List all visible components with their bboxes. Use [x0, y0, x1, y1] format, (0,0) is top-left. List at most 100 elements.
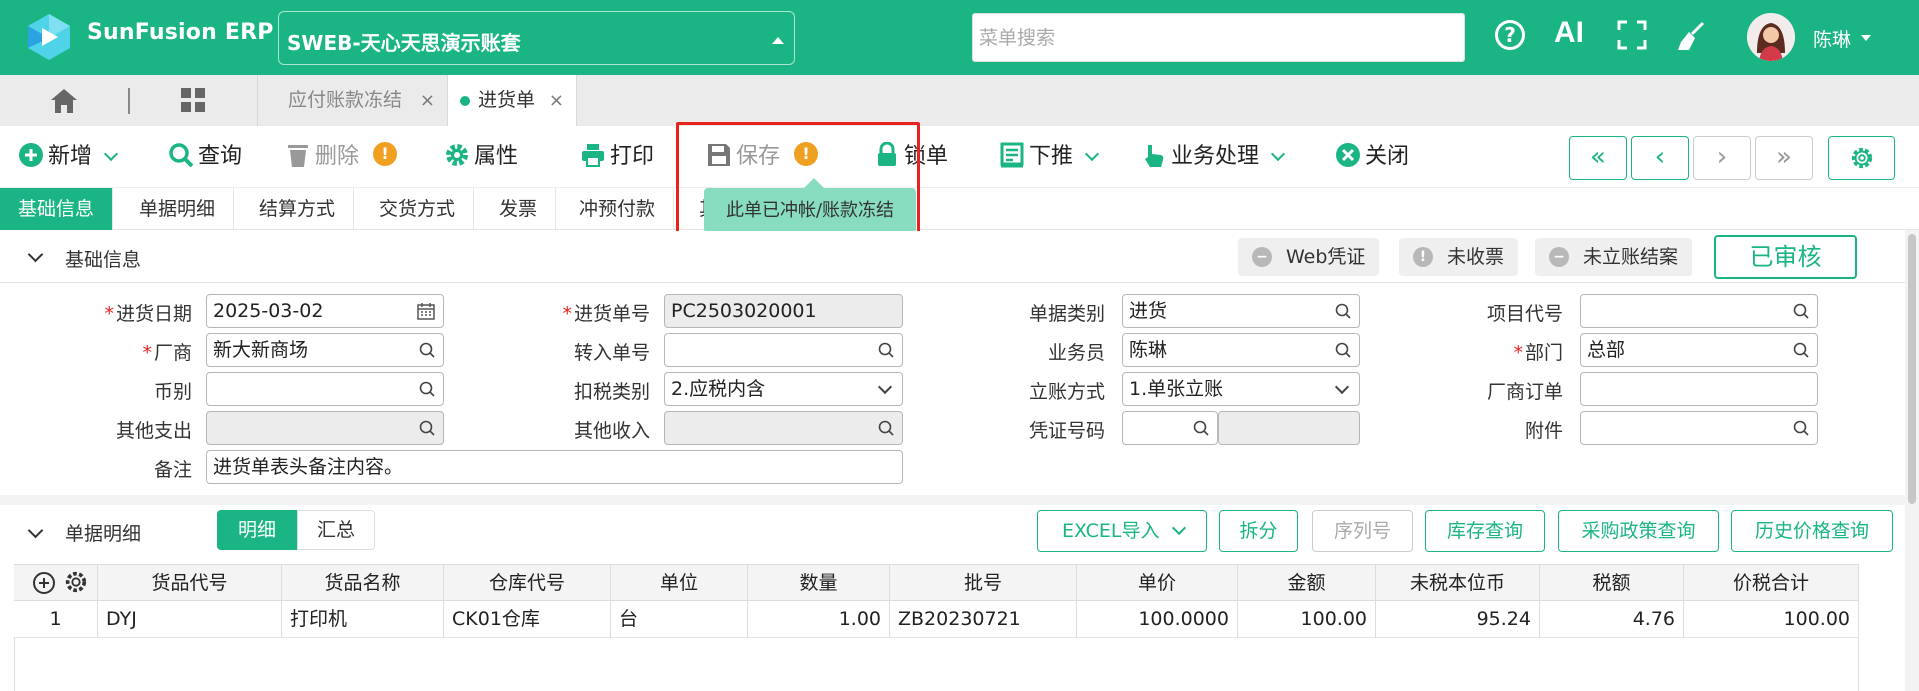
ai-assistant-icon[interactable]: AI [1554, 16, 1584, 50]
tax-type-select[interactable]: 2.应税内含 [664, 372, 903, 406]
currency-input[interactable] [206, 372, 444, 406]
help-icon[interactable]: ? [1495, 20, 1525, 50]
cell-item-name[interactable]: 打印机 [282, 601, 444, 638]
cell-quantity[interactable]: 1.00 [748, 601, 890, 638]
close-icon[interactable]: × [549, 75, 564, 126]
search-icon[interactable] [419, 381, 435, 397]
col-item-code[interactable]: 货品代号 [98, 565, 282, 602]
cell-unit-price[interactable]: 100.0000 [1077, 601, 1238, 638]
close-button[interactable]: 关闭 [1335, 126, 1409, 188]
search-icon[interactable] [419, 342, 435, 358]
cell-unit[interactable]: 台 [611, 601, 748, 638]
search-icon[interactable] [1335, 303, 1351, 319]
search-icon[interactable] [1793, 303, 1809, 319]
scrollbar-thumb[interactable] [1908, 234, 1916, 504]
menu-search-input[interactable]: 菜单搜索 [972, 13, 1465, 62]
properties-button[interactable]: 属性 [444, 126, 518, 188]
fullscreen-icon[interactable] [1617, 20, 1647, 50]
cell-untaxed[interactable]: 95.24 [1376, 601, 1540, 638]
not-settled-badge[interactable]: − 未立账结案 [1535, 238, 1693, 276]
tab-ap-freeze[interactable]: 应付账款冻结 × [257, 75, 447, 126]
col-total[interactable]: 价税合计 [1684, 565, 1859, 602]
col-untaxed[interactable]: 未税本位币 [1376, 565, 1540, 602]
cell-item-code[interactable]: DYJ [98, 601, 282, 638]
search-icon[interactable] [1793, 342, 1809, 358]
collapse-chevron-icon[interactable] [27, 522, 44, 539]
tab-prepayment[interactable]: 冲预付款 [561, 188, 675, 230]
calendar-icon[interactable] [417, 302, 435, 320]
transfer-no-input[interactable] [664, 333, 903, 367]
col-unit[interactable]: 单位 [611, 565, 748, 602]
staff-input[interactable]: 陈琳 [1122, 333, 1360, 367]
order-no-input[interactable]: PC2503020001 [664, 294, 903, 328]
delete-button[interactable]: 删除! [285, 126, 398, 188]
tab-invoice[interactable]: 发票 [481, 188, 557, 230]
last-record-button[interactable]: » [1755, 136, 1813, 180]
cell-amount[interactable]: 100.00 [1238, 601, 1376, 638]
col-unit-price[interactable]: 单价 [1077, 565, 1238, 602]
serial-number-button[interactable]: 序列号 [1312, 510, 1413, 552]
cell-warehouse[interactable]: CK01仓库 [444, 601, 611, 638]
not-invoiced-badge[interactable]: ! 未收票 [1399, 238, 1519, 276]
clear-cache-broom-icon[interactable] [1675, 20, 1707, 52]
col-quantity[interactable]: 数量 [748, 565, 890, 602]
doc-type-input[interactable]: 进货 [1122, 294, 1360, 328]
purchase-policy-query-button[interactable]: 采购政策查询 [1558, 510, 1719, 552]
col-amount[interactable]: 金额 [1238, 565, 1376, 602]
tab-purchase-receipt[interactable]: 进货单 × [447, 75, 577, 126]
account-method-select[interactable]: 1.单张立账 [1122, 372, 1360, 406]
col-warehouse[interactable]: 仓库代号 [444, 565, 611, 602]
close-icon[interactable]: × [420, 75, 435, 126]
chevron-down-icon[interactable] [1861, 35, 1871, 41]
push-down-button[interactable]: 下推 [999, 126, 1100, 188]
remark-input[interactable]: 进货单表头备注内容。 [206, 450, 903, 484]
tab-detail[interactable]: 单据明细 [121, 188, 235, 230]
stock-query-button[interactable]: 库存查询 [1425, 510, 1545, 552]
summary-view-toggle[interactable]: 汇总 [297, 510, 375, 550]
col-item-name[interactable]: 货品名称 [282, 565, 444, 602]
next-record-button[interactable]: › [1693, 136, 1751, 180]
project-input[interactable] [1580, 294, 1818, 328]
col-tax[interactable]: 税额 [1540, 565, 1684, 602]
search-icon[interactable] [419, 420, 435, 436]
detail-view-toggle[interactable]: 明细 [217, 510, 297, 550]
excel-import-button[interactable]: EXCEL导入 [1037, 510, 1207, 552]
attachment-input[interactable] [1580, 411, 1818, 445]
cell-tax[interactable]: 4.76 [1540, 601, 1684, 638]
new-button[interactable]: 新增 [18, 126, 119, 188]
app-grid-icon[interactable] [180, 87, 206, 113]
query-button[interactable]: 查询 [168, 126, 242, 188]
vendor-input[interactable]: 新大新商场 [206, 333, 444, 367]
toolbar-settings-button[interactable] [1828, 136, 1895, 180]
vertical-scrollbar[interactable] [1905, 230, 1919, 691]
search-icon[interactable] [1335, 342, 1351, 358]
column-settings-gear-icon[interactable] [64, 570, 88, 594]
user-avatar[interactable] [1747, 13, 1795, 61]
collapse-chevron-icon[interactable] [27, 246, 44, 263]
home-icon[interactable] [50, 88, 78, 114]
search-icon[interactable] [878, 342, 894, 358]
account-select[interactable]: SWEB-天心天思演示账套 [278, 11, 795, 65]
add-row-icon[interactable] [32, 571, 56, 595]
table-row[interactable]: 1 DYJ 打印机 CK01仓库 台 1.00 ZB20230721 100.0… [14, 601, 1859, 638]
web-voucher-badge[interactable]: − Web凭证 [1238, 238, 1380, 276]
dept-input[interactable]: 总部 [1580, 333, 1818, 367]
search-icon[interactable] [1193, 420, 1209, 436]
search-icon[interactable] [1793, 420, 1809, 436]
print-button[interactable]: 打印 [580, 126, 654, 188]
other-income-input[interactable] [664, 411, 903, 445]
tab-basic-info[interactable]: 基础信息 [0, 188, 114, 230]
cell-total[interactable]: 100.00 [1684, 601, 1859, 638]
vendor-order-input[interactable] [1580, 372, 1818, 406]
other-expense-input[interactable] [206, 411, 444, 445]
search-icon[interactable] [878, 420, 894, 436]
split-button[interactable]: 拆分 [1219, 510, 1298, 552]
prev-record-button[interactable]: ‹ [1631, 136, 1689, 180]
cell-batch[interactable]: ZB20230721 [890, 601, 1077, 638]
col-batch[interactable]: 批号 [890, 565, 1077, 602]
user-name[interactable]: 陈琳 [1813, 25, 1851, 52]
first-record-button[interactable]: « [1569, 136, 1627, 180]
price-history-query-button[interactable]: 历史价格查询 [1731, 510, 1893, 552]
tab-delivery[interactable]: 交货方式 [361, 188, 475, 230]
business-process-button[interactable]: 业务处理 [1141, 126, 1286, 188]
